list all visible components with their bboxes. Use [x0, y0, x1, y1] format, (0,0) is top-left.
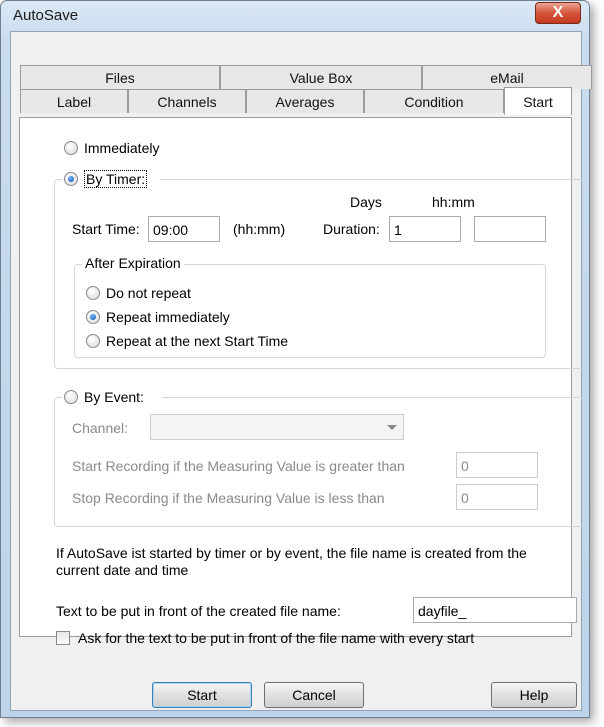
- prefix-label: Text to be put in front of the created f…: [56, 603, 341, 619]
- repeat-immediately-radio[interactable]: [86, 310, 100, 324]
- ask-prefix-label[interactable]: Ask for the text to be put in front of t…: [78, 630, 474, 646]
- immediately-radio[interactable]: [64, 141, 78, 155]
- tab-averages[interactable]: Averages: [246, 89, 364, 113]
- repeat-immediately-label[interactable]: Repeat immediately: [106, 309, 230, 325]
- hhmm-header: hh:mm: [432, 194, 475, 210]
- repeat-next-start-radio[interactable]: [86, 334, 100, 348]
- stop-recording-input[interactable]: 0: [456, 484, 538, 510]
- channel-select[interactable]: [150, 414, 404, 440]
- by-event-label[interactable]: By Event:: [84, 389, 144, 405]
- autosave-window: AutoSave X Files Value Box eMail Label C…: [0, 0, 592, 718]
- duration-hhmm-input[interactable]: [474, 216, 546, 242]
- tab-channels[interactable]: Channels: [128, 89, 246, 113]
- by-timer-label-text: By Timer:: [84, 170, 148, 188]
- do-not-repeat-radio[interactable]: [86, 286, 100, 300]
- start-tab-panel: Immediately By Timer: Days hh:mm Start T…: [19, 117, 584, 646]
- by-timer-label[interactable]: By Timer:: [84, 170, 148, 188]
- immediately-label[interactable]: Immediately: [84, 140, 159, 156]
- start-button[interactable]: Start: [152, 682, 252, 708]
- start-recording-input[interactable]: 0: [456, 452, 538, 478]
- close-button[interactable]: X: [535, 2, 581, 24]
- start-time-label: Start Time:: [72, 221, 140, 237]
- duration-days-input[interactable]: 1: [389, 216, 461, 242]
- do-not-repeat-label[interactable]: Do not repeat: [106, 285, 191, 301]
- stop-recording-label: Stop Recording if the Measuring Value is…: [72, 490, 385, 506]
- window-title: AutoSave: [13, 7, 79, 24]
- by-event-radio[interactable]: [64, 390, 78, 404]
- cancel-button[interactable]: Cancel: [264, 682, 364, 708]
- prefix-input[interactable]: dayfile_: [413, 597, 577, 623]
- chevron-down-icon: [387, 425, 397, 430]
- channel-label: Channel:: [72, 420, 129, 436]
- start-time-unit: (hh:mm): [233, 221, 286, 237]
- dialog-client: Files Value Box eMail Label Channels Ave…: [10, 31, 592, 711]
- by-timer-radio[interactable]: [64, 172, 78, 186]
- tab-email[interactable]: eMail: [422, 65, 592, 89]
- tab-files[interactable]: Files: [20, 65, 220, 89]
- after-expiration-title: After Expiration: [82, 255, 184, 271]
- duration-label: Duration:: [323, 221, 380, 237]
- tab-value-box[interactable]: Value Box: [220, 65, 422, 89]
- tab-label[interactable]: Label: [20, 89, 128, 113]
- start-time-input[interactable]: 09:00: [148, 216, 220, 242]
- help-button[interactable]: Help: [491, 682, 577, 708]
- repeat-next-start-label[interactable]: Repeat at the next Start Time: [106, 333, 288, 349]
- tab-condition[interactable]: Condition: [364, 89, 504, 113]
- info-text: If AutoSave ist started by timer or by e…: [56, 545, 527, 578]
- tab-start[interactable]: Start: [504, 87, 572, 115]
- ask-prefix-checkbox[interactable]: [56, 631, 70, 645]
- days-header: Days: [350, 194, 382, 210]
- start-recording-label: Start Recording if the Measuring Value i…: [72, 458, 405, 474]
